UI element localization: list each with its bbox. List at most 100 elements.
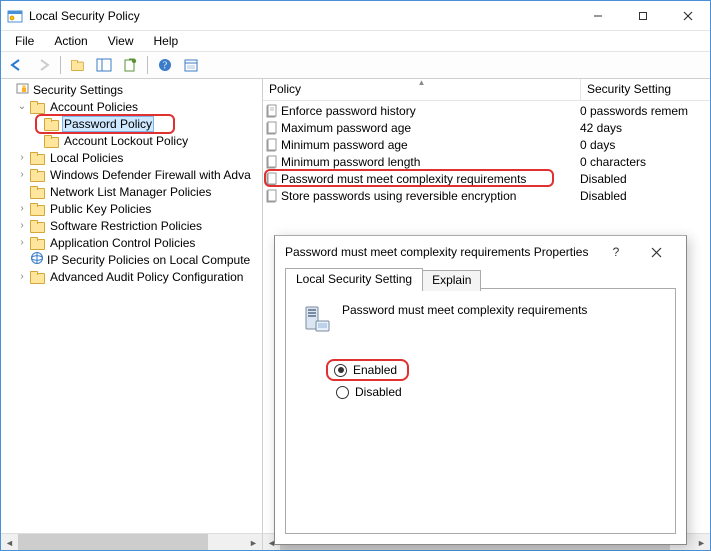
dialog-close-button[interactable] [636, 240, 676, 264]
menu-file[interactable]: File [7, 33, 42, 49]
twisty-icon[interactable]: › [15, 220, 29, 231]
back-button[interactable] [5, 54, 29, 76]
tree-label: Local Policies [48, 151, 125, 165]
tree-app-control[interactable]: › Application Control Policies [1, 234, 262, 251]
tree-network-list[interactable]: Network List Manager Policies [1, 183, 262, 200]
menu-action[interactable]: Action [46, 33, 95, 49]
tree-label: IP Security Policies on Local Compute [45, 253, 252, 267]
scroll-right-icon[interactable]: ► [693, 534, 710, 550]
scroll-right-icon[interactable]: ► [245, 534, 262, 550]
folder-icon [29, 168, 45, 182]
radio-disabled-label: Disabled [355, 385, 402, 399]
server-icon [300, 303, 332, 335]
policy-name: Store passwords using reversible encrypt… [281, 189, 580, 203]
radio-icon [336, 386, 349, 399]
forward-button[interactable] [31, 54, 55, 76]
properties-button[interactable] [179, 54, 203, 76]
radio-disabled[interactable]: Disabled [330, 381, 408, 403]
menubar: File Action View Help [1, 31, 710, 51]
policy-name: Minimum password length [281, 155, 580, 169]
tree-software-restriction[interactable]: › Software Restriction Policies [1, 217, 262, 234]
policy-value: Disabled [580, 172, 710, 186]
up-button[interactable] [66, 54, 90, 76]
tree-pane[interactable]: Security Settings ⌄ Account Policies › P… [1, 79, 263, 550]
show-hide-tree-button[interactable] [92, 54, 116, 76]
policy-row[interactable]: Password must meet complexity requiremen… [263, 170, 710, 187]
policy-row[interactable]: Maximum password age 42 days [263, 119, 710, 136]
folder-lock-icon [43, 134, 59, 148]
radio-enabled[interactable]: Enabled [326, 359, 409, 381]
dialog-tabs: Local Security Setting Explain [285, 268, 676, 289]
tree-account-policies[interactable]: ⌄ Account Policies [1, 98, 262, 115]
tree-audit[interactable]: › Advanced Audit Policy Configuration [1, 268, 262, 285]
twisty-icon[interactable]: › [15, 169, 29, 180]
twisty-icon[interactable]: › [15, 152, 29, 163]
security-settings-icon [15, 81, 31, 98]
maximize-button[interactable] [620, 1, 665, 30]
policy-row[interactable]: Minimum password age 0 days [263, 136, 710, 153]
close-button[interactable] [665, 1, 710, 30]
twisty-icon[interactable]: › [29, 118, 43, 129]
dialog-title: Password must meet complexity requiremen… [285, 245, 596, 259]
tree-root-label: Security Settings [31, 83, 125, 97]
folder-icon [29, 202, 45, 216]
twisty-icon[interactable]: › [15, 237, 29, 248]
twisty-icon[interactable]: › [15, 271, 29, 282]
menu-view[interactable]: View [100, 33, 142, 49]
column-policy-label: Policy [269, 82, 301, 96]
column-policy[interactable]: Policy ▲ [263, 79, 580, 100]
policy-value: Disabled [580, 189, 710, 203]
policy-item-icon [263, 155, 281, 169]
tree-label: Software Restriction Policies [48, 219, 204, 233]
folder-lock-icon [43, 117, 59, 131]
menu-help[interactable]: Help [146, 33, 187, 49]
export-button[interactable] [118, 54, 142, 76]
scroll-thumb[interactable] [18, 534, 208, 550]
tree-account-lockout[interactable]: Account Lockout Policy [1, 132, 262, 149]
tree-root[interactable]: Security Settings [1, 81, 262, 98]
tree-ipsec[interactable]: IP Security Policies on Local Compute [1, 251, 262, 268]
tree-label: Account Lockout Policy [62, 134, 190, 148]
policy-item-icon [263, 138, 281, 152]
policy-name: Minimum password age [281, 138, 580, 152]
tree-label: Advanced Audit Policy Configuration [48, 270, 245, 284]
tree-hscroll[interactable]: ◄ ► [1, 533, 262, 550]
twisty-icon[interactable]: ⌄ [15, 101, 29, 112]
tab-panel: Password must meet complexity requiremen… [285, 288, 676, 534]
tab-local-security[interactable]: Local Security Setting [285, 268, 423, 289]
policy-item-icon [263, 121, 281, 135]
tab-explain[interactable]: Explain [422, 270, 481, 291]
policy-row[interactable]: Enforce password history 0 passwords rem… [263, 102, 710, 119]
column-setting[interactable]: Security Setting [580, 79, 710, 100]
tree-password-policy[interactable]: › Password Policy [1, 115, 262, 132]
toolbar: ? [1, 51, 710, 79]
dialog-help-button[interactable]: ? [596, 240, 636, 264]
folder-icon [29, 100, 45, 114]
policy-row[interactable]: Minimum password length 0 characters [263, 153, 710, 170]
policy-row[interactable]: Store passwords using reversible encrypt… [263, 187, 710, 204]
tree-label: Windows Defender Firewall with Adva [48, 168, 253, 182]
policy-value: 42 days [580, 121, 710, 135]
policy-name: Maximum password age [281, 121, 580, 135]
tree-local-policies[interactable]: › Local Policies [1, 149, 262, 166]
tree-public-key[interactable]: › Public Key Policies [1, 200, 262, 217]
sort-asc-icon: ▲ [418, 79, 426, 87]
minimize-button[interactable] [575, 1, 620, 30]
dialog-heading: Password must meet complexity requiremen… [342, 303, 587, 317]
scroll-left-icon[interactable]: ◄ [1, 534, 18, 550]
policy-item-icon [263, 189, 281, 203]
policy-item-icon [263, 172, 281, 186]
tree-label: Network List Manager Policies [48, 185, 213, 199]
ipsec-icon [29, 251, 45, 268]
policy-header: Policy ▲ Security Setting [263, 79, 710, 101]
help-button[interactable]: ? [153, 54, 177, 76]
tree-firewall[interactable]: › Windows Defender Firewall with Adva [1, 166, 262, 183]
folder-icon [29, 219, 45, 233]
policy-value: 0 passwords remem [580, 104, 710, 118]
tree-label: Password Policy [62, 116, 154, 132]
radio-enabled-label: Enabled [353, 363, 397, 377]
twisty-icon[interactable]: › [15, 203, 29, 214]
policy-name: Enforce password history [281, 104, 580, 118]
column-setting-label: Security Setting [587, 82, 671, 96]
svg-text:?: ? [163, 61, 168, 72]
